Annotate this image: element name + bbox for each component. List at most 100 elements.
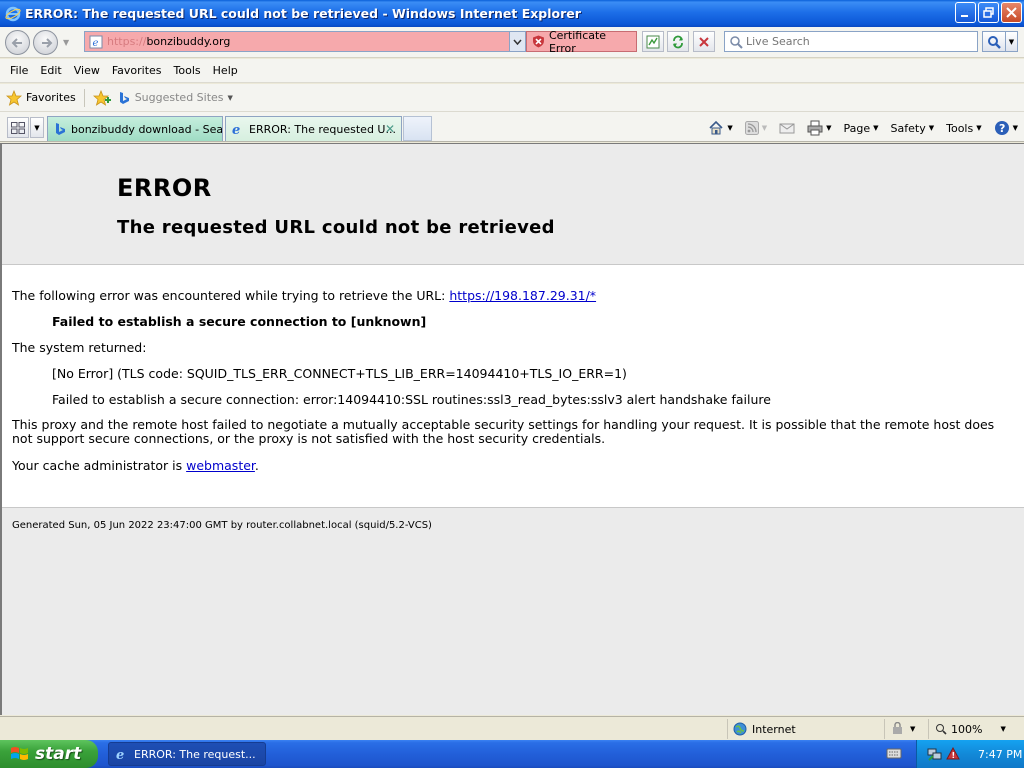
clock: 7:47 PM xyxy=(978,747,1023,761)
suggested-sites-button[interactable]: Suggested Sites ▼ xyxy=(117,91,233,105)
back-button[interactable] xyxy=(5,30,30,55)
divider xyxy=(83,88,85,107)
help-button[interactable]: ? ▼ xyxy=(994,120,1018,136)
menu-bar: File Edit View Favorites Tools Help xyxy=(0,59,1024,83)
help-icon: ? xyxy=(994,121,1009,135)
compatibility-view-button[interactable] xyxy=(642,31,664,52)
zoom-icon xyxy=(936,724,947,735)
favorites-label: Favorites xyxy=(26,91,76,104)
close-tab-icon[interactable]: ✕ xyxy=(385,122,395,136)
minimize-button[interactable] xyxy=(955,2,976,23)
menu-file[interactable]: File xyxy=(4,64,34,77)
tab-bar: ▼ bonzibuddy download - Search e ERROR: … xyxy=(0,112,1024,142)
svg-text:e: e xyxy=(232,123,240,136)
start-label: start xyxy=(35,744,82,764)
menu-help[interactable]: Help xyxy=(207,64,244,77)
safety-menu-button[interactable]: Safety ▼ xyxy=(891,122,935,135)
page-menu-button[interactable]: Page ▼ xyxy=(844,122,879,135)
shield-x-icon xyxy=(532,35,544,48)
protected-mode-indicator[interactable]: ▼ xyxy=(884,719,926,739)
chevron-down-icon: ▼ xyxy=(227,93,233,102)
rss-feed-icon xyxy=(744,121,759,135)
search-go-button[interactable] xyxy=(982,31,1006,52)
search-input[interactable] xyxy=(746,35,966,48)
feeds-button[interactable]: ▼ xyxy=(744,121,767,135)
address-dropdown-button[interactable] xyxy=(510,31,526,52)
zoom-label: 100% xyxy=(951,722,983,736)
security-zone[interactable]: Internet xyxy=(727,719,882,739)
live-search-icon xyxy=(730,35,743,49)
error-footer: Generated Sun, 05 Jun 2022 23:47:00 GMT … xyxy=(2,507,1024,715)
refresh-button[interactable] xyxy=(667,31,689,52)
internet-explorer-icon xyxy=(5,6,21,21)
network-icon[interactable] xyxy=(927,746,943,762)
url-scheme: https:// xyxy=(107,35,147,48)
forward-button[interactable] xyxy=(33,30,58,55)
admin-paragraph: Your cache administrator is webmaster. xyxy=(12,458,259,473)
chevron-down-icon xyxy=(513,39,522,45)
close-icon xyxy=(1006,7,1017,18)
tools-menu-label: Tools xyxy=(946,121,974,135)
tab-list-dropdown[interactable]: ▼ xyxy=(30,117,44,138)
printer-icon xyxy=(807,120,823,136)
search-icon xyxy=(988,35,1001,49)
menu-edit[interactable]: Edit xyxy=(34,64,67,77)
requested-url-link[interactable]: https://198.187.29.31/* xyxy=(449,288,596,303)
explanation-paragraph: This proxy and the remote host failed to… xyxy=(12,417,995,446)
search-options-dropdown[interactable]: ▼ xyxy=(1006,31,1018,52)
address-field[interactable]: e https:// bonzibuddy.org xyxy=(84,31,510,52)
taskbar-ie-window[interactable]: e ERROR: The request... xyxy=(108,742,266,766)
svg-text:e: e xyxy=(116,748,124,761)
protected-mode-icon xyxy=(893,722,902,734)
windows-taskbar: start e ERROR: The request... ! 7:47 PM xyxy=(0,740,1024,768)
chevron-down-icon: ▼ xyxy=(928,124,935,132)
url-host: bonzibuddy.org xyxy=(146,35,231,48)
keyboard-language-icon[interactable] xyxy=(886,746,902,760)
webmaster-link[interactable]: webmaster xyxy=(186,458,255,473)
admin-text: Your cache administrator is xyxy=(12,458,187,473)
menu-view[interactable]: View xyxy=(68,64,106,77)
favorites-button[interactable]: Favorites xyxy=(6,89,76,106)
chevron-down-icon: ▼ xyxy=(873,124,879,132)
home-button[interactable]: ▼ xyxy=(708,120,733,136)
generated-footer-text: Generated Sun, 05 Jun 2022 23:47:00 GMT … xyxy=(12,520,432,531)
quick-tabs-button[interactable] xyxy=(7,117,29,138)
failure-message: Failed to establish a secure connection … xyxy=(52,314,427,329)
error-detail-line: Failed to establish a secure connection:… xyxy=(52,392,771,407)
add-to-favorites-icon[interactable] xyxy=(92,89,111,106)
search-field[interactable] xyxy=(724,31,978,52)
taskbar-item-label: ERROR: The request... xyxy=(134,747,256,761)
forward-arrow-icon xyxy=(42,38,53,48)
zoom-level-button[interactable]: 100% ▼ xyxy=(928,719,1020,739)
page-content: ERROR The requested URL could not be ret… xyxy=(0,143,1024,715)
new-tab-button[interactable] xyxy=(403,116,432,141)
back-arrow-icon xyxy=(11,38,22,48)
start-button[interactable]: start xyxy=(0,740,98,768)
stop-x-icon xyxy=(699,36,709,47)
error-code-line: [No Error] (TLS code: SQUID_TLS_ERR_CONN… xyxy=(52,366,627,381)
compatibility-view-icon xyxy=(646,35,660,48)
admin-suffix: . xyxy=(254,458,259,473)
system-tray: ! 7:47 PM xyxy=(916,740,1024,768)
safety-menu-label: Safety xyxy=(890,121,926,135)
stop-button[interactable] xyxy=(693,31,715,52)
read-mail-button[interactable] xyxy=(779,121,795,135)
security-alert-icon[interactable]: ! xyxy=(946,747,960,761)
history-dropdown-icon[interactable]: ▼ xyxy=(63,38,69,47)
tab-bonzibuddy-search[interactable]: bonzibuddy download - Search xyxy=(47,116,223,141)
error-heading: ERROR xyxy=(117,174,212,202)
print-button[interactable]: ▼ xyxy=(807,120,832,136)
restore-button[interactable] xyxy=(978,2,999,23)
tab-error-page[interactable]: e ERROR: The requested U... ✕ xyxy=(225,116,402,141)
window-title-bar[interactable]: ERROR: The requested URL could not be re… xyxy=(0,0,1024,27)
menu-favorites[interactable]: Favorites xyxy=(106,64,168,77)
menu-tools[interactable]: Tools xyxy=(168,64,207,77)
command-bar: ▼ ▼ ▼ Page ▼ Safety ▼ Tools ▼ ? ▼ xyxy=(696,117,1018,139)
page-ie-icon: e xyxy=(89,35,103,49)
tools-menu-button[interactable]: Tools ▼ xyxy=(946,122,982,135)
close-button[interactable] xyxy=(1001,2,1022,23)
bing-icon xyxy=(119,91,129,104)
certificate-error-button[interactable]: Certificate Error xyxy=(526,29,637,55)
chevron-down-icon: ▼ xyxy=(976,124,982,132)
tab-label: ERROR: The requested U... xyxy=(249,122,396,136)
